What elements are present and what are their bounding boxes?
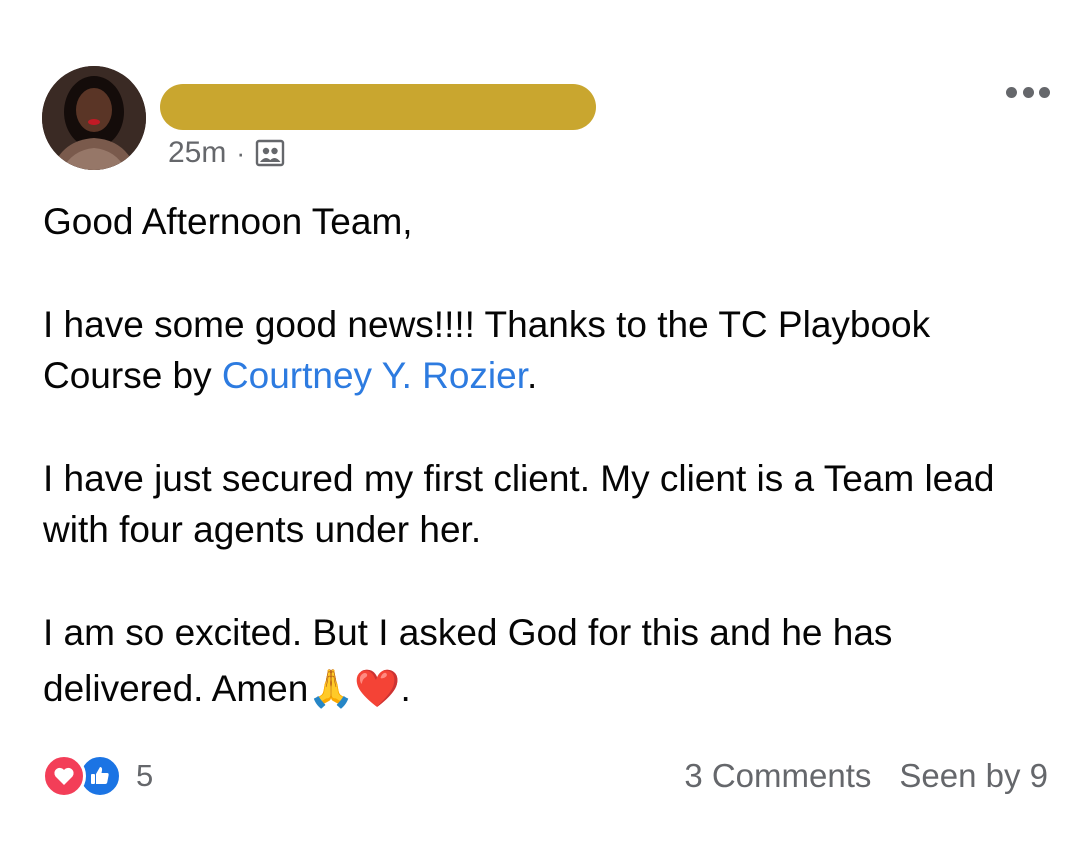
group-post: 25m · Good Afternoon Team, I have some g… <box>0 0 1080 865</box>
mention-link[interactable]: Courtney Y. Rozier <box>222 355 527 396</box>
post-meta: 25m · <box>168 135 285 171</box>
group-audience-icon <box>255 139 285 167</box>
seen-by-link[interactable]: Seen by 9 <box>899 757 1048 795</box>
comments-count-link[interactable]: 3 Comments <box>684 757 871 795</box>
author-name-redacted[interactable] <box>160 84 596 130</box>
reaction-count: 5 <box>136 758 154 793</box>
meta-separator: · <box>236 137 246 168</box>
post-paragraph-client: I have just secured my first client. My … <box>43 458 995 550</box>
praying-hands-emoji: 🙏 <box>308 667 355 710</box>
post-stats: 3 Comments Seen by 9 <box>684 757 1048 795</box>
post-paragraph-greeting: Good Afternoon Team, <box>43 201 413 242</box>
post-body: Good Afternoon Team, I have some good ne… <box>43 196 1043 720</box>
author-avatar[interactable] <box>42 66 146 170</box>
closing-line-1: I am so excited. But I asked God for thi… <box>43 612 893 653</box>
post-timestamp[interactable]: 25m <box>168 136 226 170</box>
reactions-summary[interactable]: 5 <box>42 754 153 798</box>
post-paragraph-closing: I am so excited. But I asked God for thi… <box>43 607 1043 720</box>
closing-amen-text: delivered. Amen <box>43 668 309 709</box>
heart-reaction-icon <box>42 754 86 798</box>
post-footer: 5 3 Comments Seen by 9 <box>42 752 1048 800</box>
closing-period: . <box>400 668 411 709</box>
closing-line-2: delivered. Amen🙏❤️. <box>43 667 411 710</box>
news-period: . <box>527 355 538 396</box>
more-options-icon[interactable] <box>1006 80 1050 104</box>
post-paragraph-news: I have some good news!!!! Thanks to the … <box>43 299 1043 401</box>
red-heart-emoji: ❤️ <box>354 667 401 710</box>
